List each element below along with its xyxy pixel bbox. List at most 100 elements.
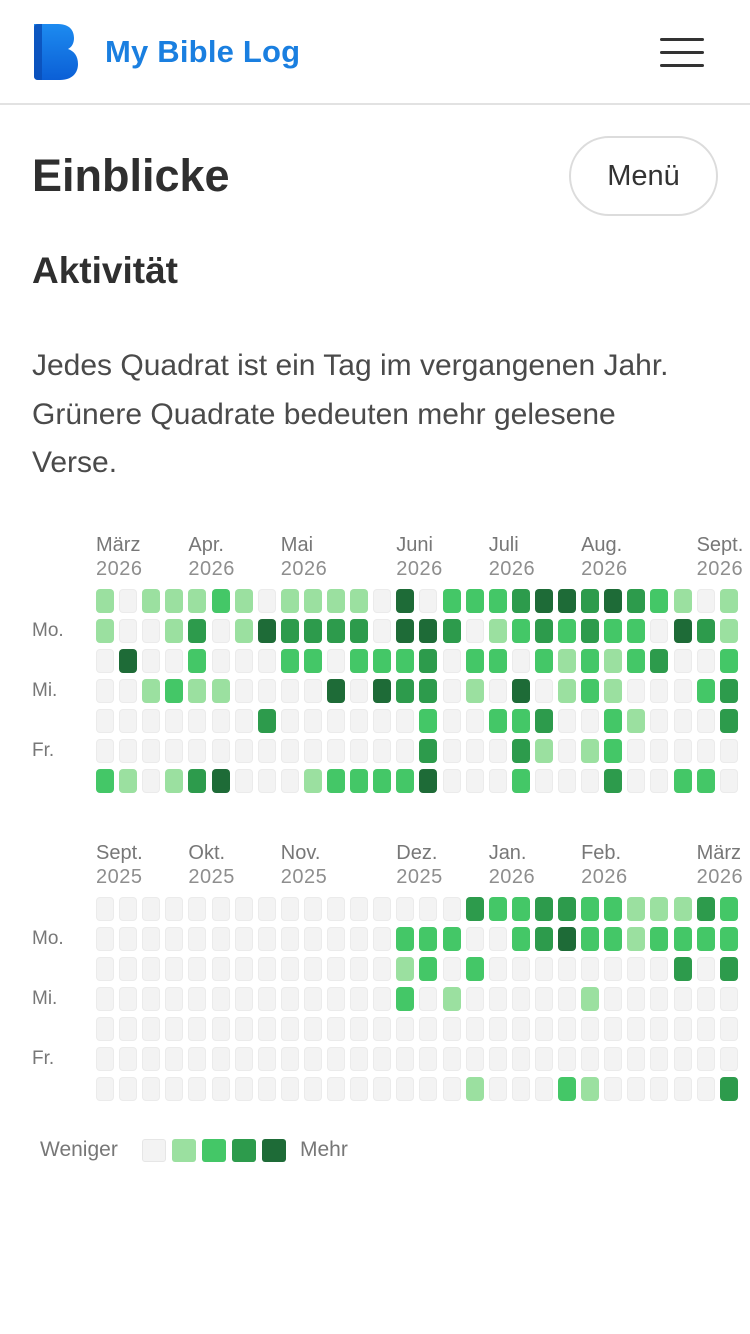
day-cell[interactable] [627,957,646,981]
day-cell[interactable] [396,769,415,793]
day-cell[interactable] [119,649,138,673]
day-cell[interactable] [303,739,322,763]
day-cell[interactable] [280,987,299,1011]
day-cell[interactable] [96,957,114,981]
day-cell[interactable] [465,589,484,613]
day-cell[interactable] [650,927,669,951]
day-cell[interactable] [327,897,345,921]
day-cell[interactable] [696,897,715,921]
day-cell[interactable] [350,649,369,673]
day-cell[interactable] [696,739,715,763]
day-cell[interactable] [488,957,507,981]
day-cell[interactable] [188,589,207,613]
day-cell[interactable] [488,589,507,613]
day-cell[interactable] [234,739,253,763]
day-cell[interactable] [96,619,114,643]
day-cell[interactable] [327,739,345,763]
day-cell[interactable] [257,1077,276,1101]
day-cell[interactable] [488,649,507,673]
day-cell[interactable] [327,1077,345,1101]
day-cell[interactable] [719,649,738,673]
day-cell[interactable] [373,897,392,921]
day-cell[interactable] [211,897,230,921]
day-cell[interactable] [511,987,530,1011]
day-cell[interactable] [419,589,438,613]
day-cell[interactable] [188,649,207,673]
day-cell[interactable] [142,1077,161,1101]
day-cell[interactable] [534,1017,553,1041]
day-cell[interactable] [165,1077,184,1101]
day-cell[interactable] [719,739,738,763]
day-cell[interactable] [96,927,114,951]
day-cell[interactable] [257,679,276,703]
day-cell[interactable] [650,1047,669,1071]
day-cell[interactable] [188,987,207,1011]
day-cell[interactable] [165,1047,184,1071]
day-cell[interactable] [719,769,738,793]
day-cell[interactable] [465,739,484,763]
day-cell[interactable] [142,709,161,733]
day-cell[interactable] [350,739,369,763]
day-cell[interactable] [119,589,138,613]
day-cell[interactable] [719,897,738,921]
day-cell[interactable] [211,709,230,733]
hamburger-menu-icon[interactable] [658,36,706,70]
day-cell[interactable] [581,1047,600,1071]
day-cell[interactable] [280,679,299,703]
day-cell[interactable] [558,1047,576,1071]
day-cell[interactable] [511,679,530,703]
day-cell[interactable] [303,927,322,951]
day-cell[interactable] [534,957,553,981]
day-cell[interactable] [211,1077,230,1101]
day-cell[interactable] [327,769,345,793]
day-cell[interactable] [581,709,600,733]
day-cell[interactable] [442,679,461,703]
day-cell[interactable] [142,589,161,613]
day-cell[interactable] [257,739,276,763]
day-cell[interactable] [396,739,415,763]
day-cell[interactable] [280,769,299,793]
day-cell[interactable] [465,649,484,673]
day-cell[interactable] [234,589,253,613]
day-cell[interactable] [604,957,623,981]
day-cell[interactable] [419,769,438,793]
day-cell[interactable] [419,957,438,981]
day-cell[interactable] [303,589,322,613]
day-cell[interactable] [673,1077,692,1101]
day-cell[interactable] [488,987,507,1011]
day-cell[interactable] [511,769,530,793]
day-cell[interactable] [280,927,299,951]
day-cell[interactable] [373,927,392,951]
day-cell[interactable] [211,769,230,793]
day-cell[interactable] [303,619,322,643]
day-cell[interactable] [96,1077,114,1101]
day-cell[interactable] [696,1017,715,1041]
day-cell[interactable] [188,897,207,921]
day-cell[interactable] [534,649,553,673]
day-cell[interactable] [465,987,484,1011]
day-cell[interactable] [719,619,738,643]
day-cell[interactable] [303,987,322,1011]
day-cell[interactable] [119,897,138,921]
day-cell[interactable] [604,927,623,951]
day-cell[interactable] [234,679,253,703]
day-cell[interactable] [673,927,692,951]
day-cell[interactable] [465,769,484,793]
day-cell[interactable] [465,927,484,951]
day-cell[interactable] [465,1017,484,1041]
day-cell[interactable] [165,957,184,981]
day-cell[interactable] [257,769,276,793]
day-cell[interactable] [280,649,299,673]
day-cell[interactable] [396,709,415,733]
day-cell[interactable] [234,987,253,1011]
day-cell[interactable] [558,739,576,763]
day-cell[interactable] [696,649,715,673]
day-cell[interactable] [165,1017,184,1041]
day-cell[interactable] [604,709,623,733]
day-cell[interactable] [350,897,369,921]
day-cell[interactable] [419,987,438,1011]
day-cell[interactable] [280,897,299,921]
day-cell[interactable] [511,1017,530,1041]
day-cell[interactable] [234,957,253,981]
day-cell[interactable] [604,619,623,643]
